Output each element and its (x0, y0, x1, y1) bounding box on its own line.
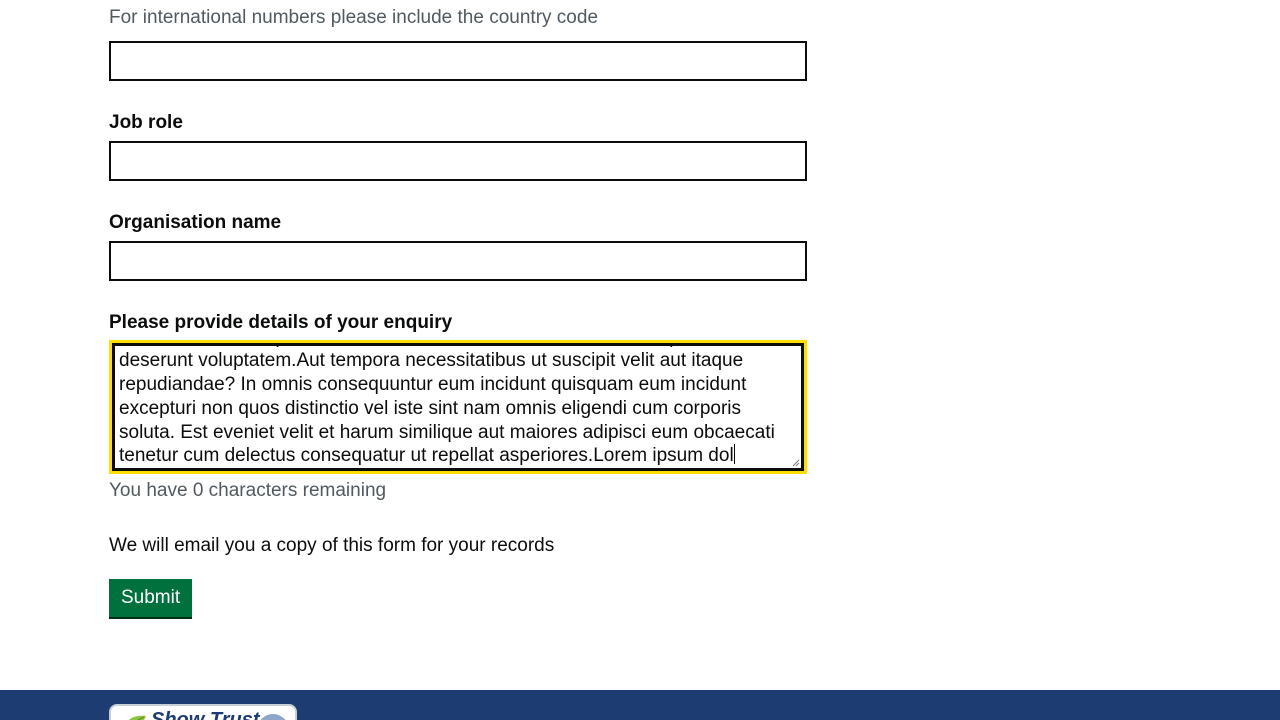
enquiry-textarea-focus-ring[interactable]: laudantium ad temporibus nobis sed accus… (109, 340, 807, 474)
phone-hint: For international numbers please include… (109, 7, 599, 28)
trust-badge-text: Show Trust (151, 709, 260, 720)
enquiry-textarea[interactable]: laudantium ad temporibus nobis sed accus… (112, 343, 804, 471)
enquiry-label: Please provide details of your enquiry (109, 312, 453, 333)
enquiry-form-page: For international numbers please include… (0, 0, 1280, 720)
email-copy-note: We will email you a copy of this form fo… (109, 535, 555, 556)
organisation-name-input[interactable] (109, 241, 807, 281)
enquiry-textarea-content: laudantium ad temporibus nobis sed accus… (119, 346, 797, 468)
job-role-input[interactable] (109, 141, 807, 181)
leaf-icon (128, 715, 146, 720)
text-caret (733, 444, 735, 465)
character-count-message: You have 0 characters remaining (109, 480, 387, 501)
footer: Show Trust (0, 690, 1280, 720)
submit-button[interactable]: Submit (109, 579, 193, 617)
trust-badge[interactable]: Show Trust (109, 704, 297, 720)
job-role-label: Job role (109, 112, 183, 133)
trust-badge-circle (257, 714, 289, 720)
phone-input[interactable] (109, 41, 807, 81)
resize-handle-icon[interactable] (792, 459, 800, 467)
enquiry-textarea-value: laudantium ad temporibus nobis sed accus… (119, 346, 775, 467)
organisation-name-label: Organisation name (109, 212, 282, 233)
